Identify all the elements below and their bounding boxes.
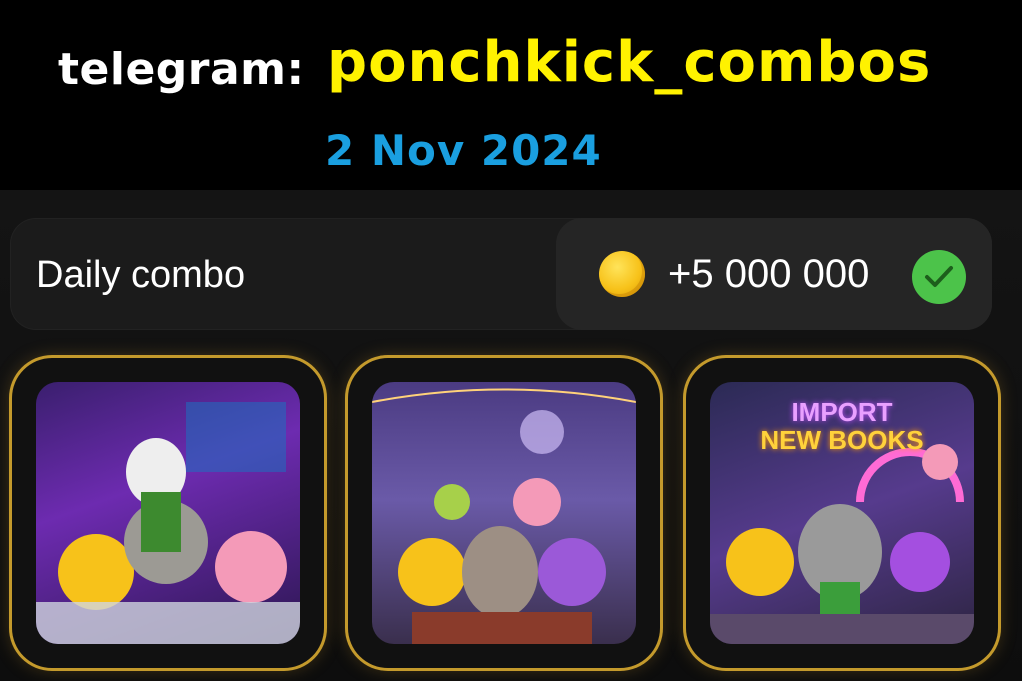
app-screen: Daily combo +5 000 000 IMPORT NEW BOOKS xyxy=(0,190,1022,681)
reward-amount: +5 000 000 xyxy=(668,252,870,296)
sign-line-2: NEW BOOKS xyxy=(760,425,924,455)
telegram-channel-name: ponchkick_combos xyxy=(327,30,932,95)
daily-combo-title: Daily combo xyxy=(36,254,246,296)
reward-pill: +5 000 000 xyxy=(556,218,992,330)
meditation-image xyxy=(372,382,636,644)
combo-card-1[interactable] xyxy=(12,358,324,668)
coin-icon xyxy=(599,251,645,297)
import-new-books-image: IMPORT NEW BOOKS xyxy=(710,382,974,644)
sign-line-1: IMPORT xyxy=(791,397,893,427)
import-new-books-sign: IMPORT NEW BOOKS xyxy=(710,398,974,454)
combo-card-3[interactable]: IMPORT NEW BOOKS xyxy=(686,358,998,668)
date-label: 2 Nov 2024 xyxy=(325,126,602,175)
promo-header: telegram: ponchkick_combos 2 Nov 2024 xyxy=(0,0,1022,190)
daily-combo-bar: Daily combo +5 000 000 xyxy=(10,218,992,330)
market-analysis-image xyxy=(36,382,300,644)
telegram-label: telegram: xyxy=(58,44,305,95)
combo-card-2[interactable] xyxy=(348,358,660,668)
combo-cards: IMPORT NEW BOOKS xyxy=(0,358,1022,678)
check-icon xyxy=(912,250,966,304)
